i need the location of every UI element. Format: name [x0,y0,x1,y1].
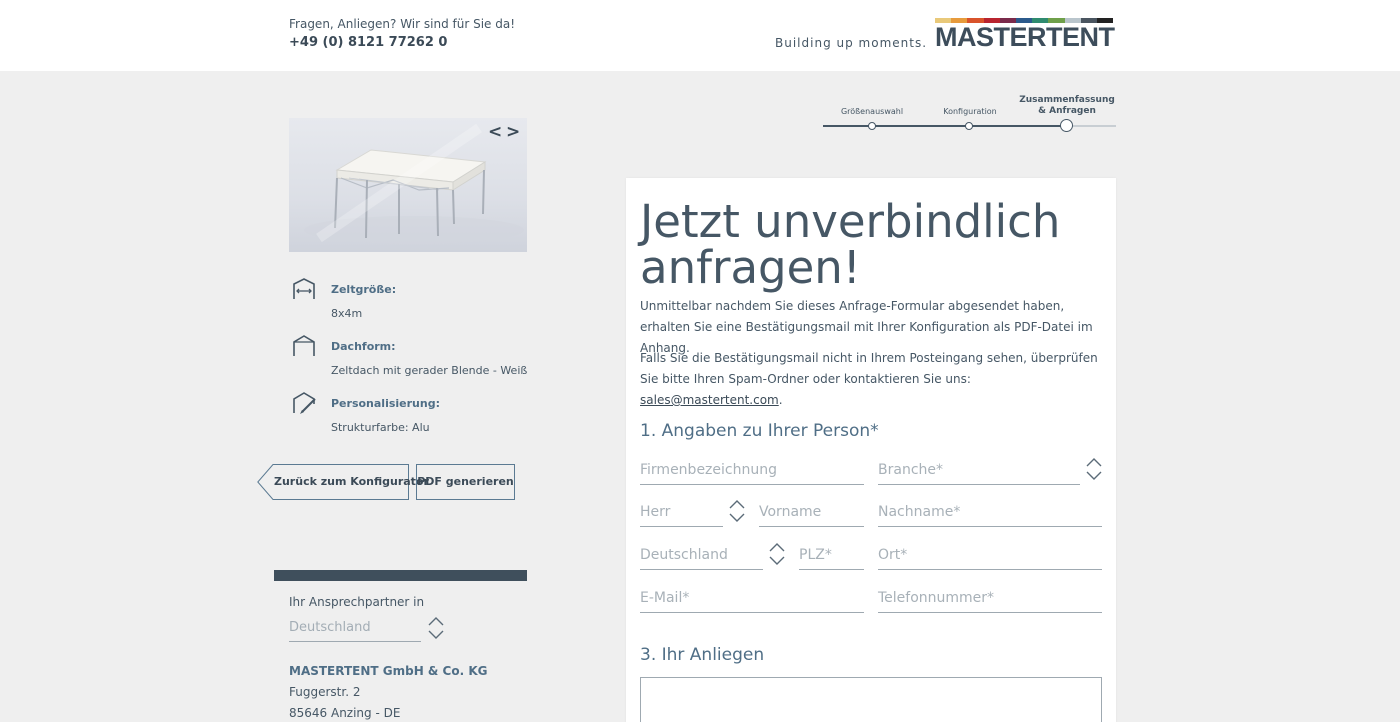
form-spam-text: Falls Sie die Bestätigungsmail nicht in … [640,348,1102,411]
feature-label: Dachform: [331,340,396,353]
company-name-input[interactable]: Firmenbezeichnung [640,459,864,485]
roof-shape-icon [293,335,315,356]
step-label-zusammenfassung[interactable]: Zusammenfassung & Anfragen [1017,95,1117,117]
site-header: Fragen, Anliegen? Wir sind für Sie da! +… [0,0,1400,71]
contact-divider-bar [274,570,527,581]
chevron-up-down-icon[interactable] [769,542,785,566]
feature-value: Strukturfarbe: Alu [331,421,430,434]
progress-fill [823,125,1067,127]
country-select[interactable]: Deutschland [640,544,763,570]
feature-value: Zeltdach mit gerader Blende - Weiß [331,364,528,377]
step-label-konfiguration[interactable]: Konfiguration [930,106,1010,117]
feature-label: Personalisierung: [331,397,440,410]
form-title-line-2: anfragen! [640,241,861,294]
gallery-next-arrow[interactable]: > [506,122,520,142]
logo-wordmark: MASTERTENT [935,22,1115,52]
request-textarea[interactable] [640,677,1102,722]
spam-text: Falls Sie die Bestätigungsmail nicht in … [640,351,1098,386]
step-dot-konfiguration[interactable] [965,122,973,130]
tent-product-image: < > [289,118,527,252]
contact-person-title: Ihr Ansprechpartner in [289,595,425,609]
mastertent-logo[interactable]: MASTERTENT [935,18,1115,52]
branche-select[interactable]: Branche* [878,459,1080,485]
contact-question: Fragen, Anliegen? Wir sind für Sie da! [289,17,516,31]
firstname-input[interactable]: Vorname [759,501,864,527]
personalization-icon [293,392,316,414]
zip-input[interactable]: PLZ* [799,544,864,570]
address-city: 85646 Anzing - DE [289,706,401,720]
chevron-up-down-icon[interactable] [1086,457,1102,481]
sales-email-link[interactable]: sales@mastertent.com [640,393,779,407]
tagline: Building up moments. [775,36,928,50]
company-name: MASTERTENT GmbH & Co. KG [289,664,488,678]
chevron-up-down-icon[interactable] [428,616,444,640]
section-personal-info-title: 1. Angaben zu Ihrer Person* [640,421,879,441]
salutation-select[interactable]: Herr [640,501,723,527]
contact-country-select[interactable]: Deutschland [289,618,421,642]
form-title-line-1: Jetzt unverbindlich [640,195,1061,248]
step-dot-zusammenfassung[interactable] [1060,119,1073,132]
email-suffix: . [778,393,783,407]
contact-phone[interactable]: +49 (0) 8121 77262 0 [289,35,447,50]
tent-size-icon [293,278,315,299]
step-label-line-2: & Anfragen [1038,106,1096,116]
phone-input[interactable]: Telefonnummer* [878,587,1102,613]
city-input[interactable]: Ort* [878,544,1102,570]
section-request-title: 3. Ihr Anliegen [640,645,765,665]
email-input[interactable]: E-Mail* [640,587,864,613]
feature-label: Zeltgröße: [331,283,397,296]
back-to-configurator-label[interactable]: Zurück zum Konfigurator [274,475,429,488]
address-street: Fuggerstr. 2 [289,685,361,699]
form-title: Jetzt unverbindlich anfragen! [640,199,1110,291]
step-label-line-1: Zusammenfassung [1019,95,1115,105]
step-dot-groessenauswahl[interactable] [868,122,876,130]
step-label-groessenauswahl[interactable]: Größenauswahl [832,106,912,117]
feature-value: 8x4m [331,307,363,320]
gallery-prev-arrow[interactable]: < [488,122,502,142]
generate-pdf-button[interactable]: PDF generieren [416,464,515,500]
lastname-input[interactable]: Nachname* [878,501,1102,527]
chevron-up-down-icon[interactable] [729,499,745,523]
